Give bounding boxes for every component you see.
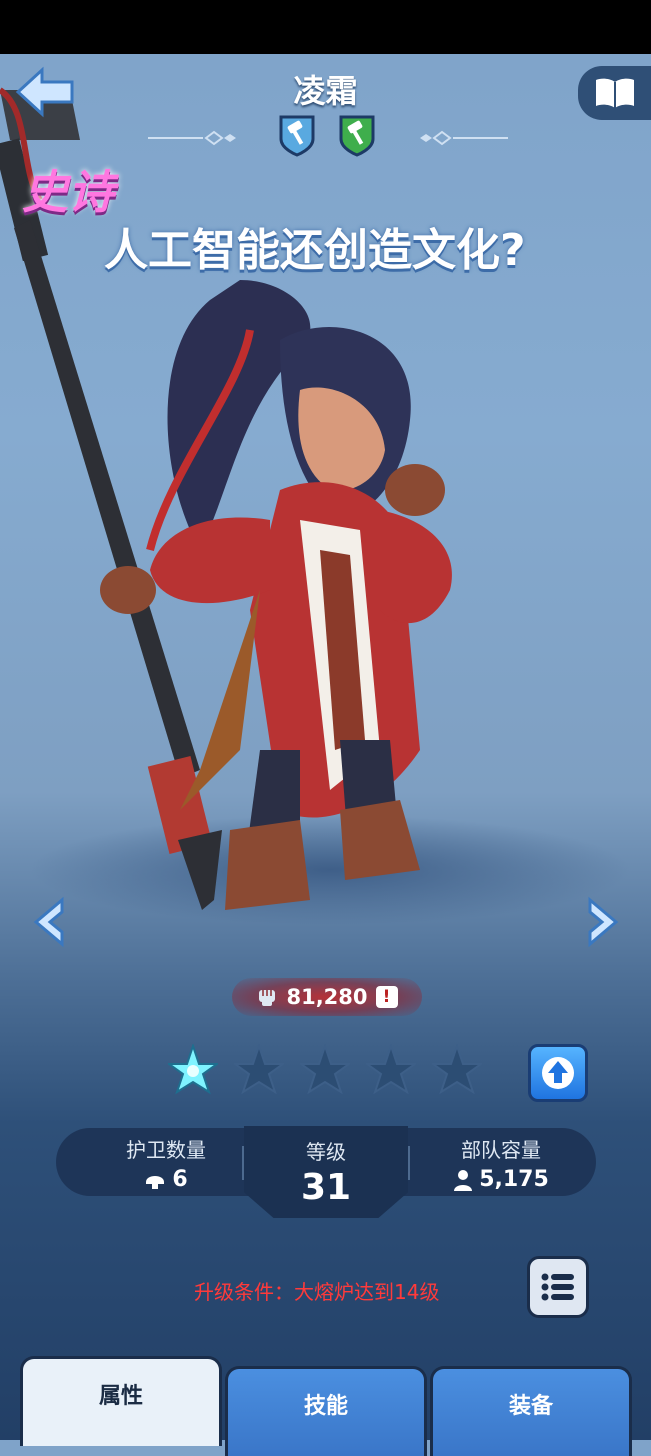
- tab-skills-label: 技能: [303, 1394, 348, 1419]
- star-upgrade-button[interactable]: [528, 1044, 588, 1102]
- star-rating: [168, 1044, 482, 1102]
- troop-capacity-value: 5,175: [479, 1167, 549, 1192]
- upgrade-requirement: 升级条件：大熔炉达到14级: [194, 1280, 440, 1304]
- hammer-green-shield-icon[interactable]: [338, 113, 376, 157]
- level-value: 31: [300, 1167, 352, 1208]
- snowflake-star-empty-icon: [366, 1044, 416, 1095]
- helmet-icon: [146, 1175, 165, 1189]
- chevron-right-icon: [588, 896, 619, 948]
- prev-hero-button[interactable]: [28, 894, 68, 950]
- troop-capacity-label: 部队容量: [461, 1138, 541, 1162]
- overlay-caption: 人工智能还创造文化?: [104, 225, 526, 276]
- snowflake-star-empty-icon: [432, 1044, 482, 1095]
- snowflake-star-empty-icon: [234, 1044, 284, 1095]
- level-label: 等级: [306, 1140, 346, 1164]
- hero-guide-button[interactable]: [578, 66, 651, 120]
- person-icon: [454, 1169, 473, 1191]
- status-bar: [0, 0, 651, 54]
- tab-equipment-label: 装备: [508, 1394, 553, 1419]
- title-ornament-left: [148, 130, 236, 146]
- power-value: 81,280: [286, 985, 368, 1009]
- guard-count-stat: 护卫数量 6: [96, 1128, 236, 1196]
- tab-skills[interactable]: 技能: [225, 1366, 427, 1456]
- stat-divider: [408, 1146, 410, 1180]
- guard-count-label: 护卫数量: [126, 1138, 206, 1162]
- hero-name: 凌霜: [293, 72, 358, 110]
- power-display[interactable]: 81,280 !: [232, 978, 422, 1016]
- next-hero-button[interactable]: [584, 894, 624, 950]
- list-icon: [541, 1273, 574, 1301]
- tab-equipment[interactable]: 装备: [430, 1366, 632, 1456]
- details-list-button[interactable]: [527, 1256, 589, 1318]
- troop-capacity-stat: 部队容量 5,175: [426, 1128, 576, 1196]
- chevron-left-icon: [33, 896, 64, 948]
- rarity-label: 史诗: [22, 165, 114, 219]
- arrow-up-icon: [542, 1057, 574, 1089]
- power-alert-icon[interactable]: !: [375, 986, 398, 1008]
- level-stat: 等级 31: [244, 1126, 408, 1218]
- stat-divider: [242, 1146, 244, 1180]
- guard-count-value: 6: [172, 1167, 188, 1192]
- fist-icon: [259, 990, 276, 1006]
- snowflake-star-active-icon: [168, 1044, 218, 1095]
- snowflake-star-empty-icon: [300, 1044, 350, 1095]
- tab-attributes-label: 属性: [98, 1384, 143, 1409]
- tab-attributes[interactable]: 属性: [20, 1356, 222, 1446]
- title-ornament-right: [420, 130, 508, 146]
- hero-class-icons: [278, 113, 376, 157]
- book-icon: [595, 78, 634, 108]
- hammer-blue-shield-icon[interactable]: [278, 113, 316, 157]
